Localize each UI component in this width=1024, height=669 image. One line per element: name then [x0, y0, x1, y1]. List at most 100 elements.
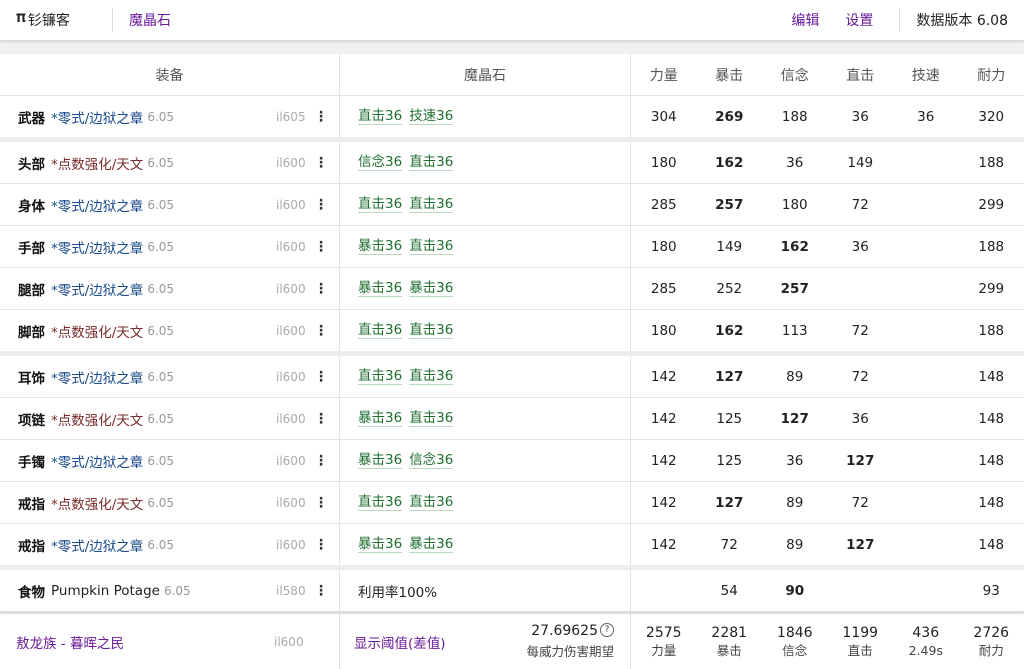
- stat-vit: 188: [978, 322, 1005, 339]
- more-options-icon[interactable]: ⋮: [314, 281, 328, 297]
- more-options-icon[interactable]: ⋮: [314, 109, 328, 125]
- total-label: 暴击: [716, 642, 742, 658]
- stat-dh: 72: [851, 196, 869, 213]
- total-value: 1846: [776, 624, 813, 641]
- more-options-icon[interactable]: ⋮: [314, 537, 328, 553]
- gear-version: 6.05: [147, 369, 175, 384]
- materia-slot[interactable]: 信念36: [409, 452, 454, 469]
- materia-slot[interactable]: 直击36: [409, 368, 454, 385]
- item-level: il600: [276, 369, 306, 384]
- materia-slot[interactable]: 直击36: [358, 322, 403, 339]
- materia-cell: 直击36 直击36: [340, 356, 631, 397]
- app-logo[interactable]: 𝛑 钐镰客: [0, 8, 96, 30]
- gear-version: 6.05: [147, 323, 175, 338]
- more-options-icon[interactable]: ⋮: [314, 323, 328, 339]
- gear-name[interactable]: *点数强化/天文: [51, 153, 143, 173]
- gear-version: 6.05: [147, 411, 175, 426]
- materia-slot[interactable]: 技速36: [409, 108, 454, 125]
- more-options-icon[interactable]: ⋮: [314, 155, 328, 171]
- materia-slot[interactable]: 直击36: [358, 196, 403, 213]
- stat-dh: 36: [851, 410, 869, 427]
- table-row: 耳饰 *零式/边狱之章 6.05 il600 ⋮ 直击36 直击36 142 127 89 72 14…: [0, 356, 1024, 398]
- settings-button[interactable]: 设置: [845, 10, 873, 30]
- materia-slot[interactable]: 直击36: [409, 494, 454, 511]
- race-cell: 敖龙族 - 暮晖之民 il600: [0, 614, 340, 669]
- slot-label: 武器: [18, 110, 45, 127]
- item-level: il600: [276, 453, 306, 468]
- gear-name[interactable]: *零式/边狱之章: [51, 367, 143, 387]
- more-options-icon[interactable]: ⋮: [314, 411, 328, 427]
- stat-header-str: 力量: [649, 67, 678, 84]
- gear-name[interactable]: *点数强化/天文: [51, 321, 143, 341]
- item-level: il600: [276, 323, 306, 338]
- stat-str: 142: [650, 410, 677, 427]
- materia-cell: 暴击36 暴击36: [340, 524, 631, 565]
- header-divider: [112, 8, 113, 32]
- materia-slot[interactable]: 暴击36: [358, 536, 403, 553]
- race-link[interactable]: 敖龙族 - 暮晖之民: [16, 632, 124, 652]
- more-options-icon[interactable]: ⋮: [314, 369, 328, 385]
- gear-name[interactable]: *零式/边狱之章: [51, 195, 143, 215]
- equip-cell: 食物 Pumpkin Potage 6.05 il580 ⋮: [0, 570, 340, 611]
- gear-name[interactable]: *零式/边狱之章: [51, 279, 143, 299]
- more-options-icon[interactable]: ⋮: [314, 583, 328, 599]
- slot-label: 头部: [18, 156, 45, 173]
- materia-slot[interactable]: 暴击36: [358, 238, 403, 255]
- table-row: 腿部 *零式/边狱之章 6.05 il600 ⋮ 暴击36 暴击36 285 252 257 299: [0, 268, 1024, 310]
- materia-slot[interactable]: 暴击36: [409, 280, 454, 297]
- stat-det: 180: [781, 196, 808, 213]
- materia-nav-link[interactable]: 魔晶石: [129, 10, 171, 30]
- materia-slot[interactable]: 直击36: [358, 108, 403, 125]
- stat-dh: 127: [846, 452, 875, 469]
- materia-slot[interactable]: 直击36: [409, 322, 454, 339]
- stat-header-crit: 暴击: [715, 67, 744, 84]
- materia-slot[interactable]: 暴击36: [358, 452, 403, 469]
- gear-name[interactable]: Pumpkin Potage: [51, 583, 160, 599]
- materia-slot[interactable]: 暴击36: [358, 410, 403, 427]
- item-level: il600: [276, 239, 306, 254]
- top-bar: 𝛑 钐镰客 魔晶石 编辑 设置 数据版本 6.08: [0, 0, 1024, 41]
- materia-cell: 暴击36 信念36: [340, 440, 631, 481]
- materia-slot[interactable]: 暴击36: [409, 536, 454, 553]
- item-level: il600: [276, 537, 306, 552]
- total-value: 2575: [645, 624, 682, 641]
- stat-det: 188: [781, 108, 808, 125]
- gear-name[interactable]: *零式/边狱之章: [51, 237, 143, 257]
- gear-name[interactable]: *零式/边狱之章: [51, 107, 143, 127]
- stat-dh: 127: [846, 536, 875, 553]
- stat-header-dh: 直击: [846, 67, 875, 84]
- stat-dh: 72: [851, 494, 869, 511]
- scythe-icon: 𝛑: [16, 8, 26, 26]
- total-label: 直击: [847, 642, 873, 658]
- total-value: 436: [912, 624, 940, 641]
- gear-name[interactable]: *零式/边狱之章: [51, 451, 143, 471]
- edit-button[interactable]: 编辑: [791, 10, 819, 30]
- materia-slot[interactable]: 直击36: [409, 154, 454, 171]
- stat-vit: 320: [978, 108, 1005, 125]
- materia-cell: 暴击36 直击36: [340, 226, 631, 267]
- more-options-icon[interactable]: ⋮: [314, 453, 328, 469]
- materia-slot[interactable]: 直击36: [409, 238, 454, 255]
- materia-slot[interactable]: 直击36: [409, 196, 454, 213]
- materia-slot[interactable]: 直击36: [409, 410, 454, 427]
- show-threshold-link[interactable]: 显示阈值(差值): [354, 632, 446, 652]
- stat-crit: 127: [715, 494, 744, 511]
- more-options-icon[interactable]: ⋮: [314, 197, 328, 213]
- slot-label: 身体: [18, 198, 45, 215]
- stat-crit: 252: [716, 280, 743, 297]
- gear-name[interactable]: *点数强化/天文: [51, 493, 143, 513]
- more-options-icon[interactable]: ⋮: [314, 495, 328, 511]
- question-circle-icon[interactable]: ?: [600, 623, 614, 637]
- slot-label: 腿部: [18, 282, 45, 299]
- stat-str: 180: [650, 322, 677, 339]
- materia-slot[interactable]: 直击36: [358, 494, 403, 511]
- materia-slot[interactable]: 信念36: [358, 154, 403, 171]
- stat-crit: 125: [716, 410, 743, 427]
- table-row: 脚部 *点数强化/天文 6.05 il600 ⋮ 直击36 直击36 180 162 113 72 1…: [0, 310, 1024, 356]
- gear-name[interactable]: *点数强化/天文: [51, 409, 143, 429]
- more-options-icon[interactable]: ⋮: [314, 239, 328, 255]
- materia-slot[interactable]: 暴击36: [358, 280, 403, 297]
- materia-slot[interactable]: 直击36: [358, 368, 403, 385]
- gear-name[interactable]: *零式/边狱之章: [51, 535, 143, 555]
- threshold-cell: 显示阈值(差值) 27.69625? 每威力伤害期望: [340, 614, 631, 669]
